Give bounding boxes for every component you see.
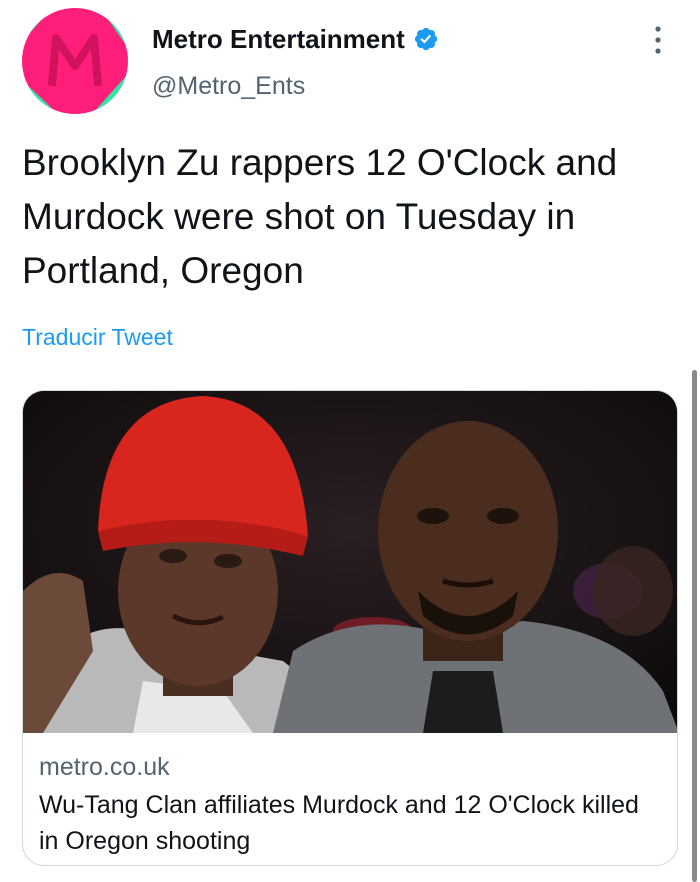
metro-logo-icon [22, 8, 128, 114]
more-options-icon[interactable] [652, 24, 664, 56]
card-title: Wu-Tang Clan affiliates Murdock and 12 O… [39, 791, 639, 855]
author-name-row[interactable]: Metro Entertainment [152, 22, 439, 56]
card-image[interactable] [23, 391, 677, 733]
author-display-name[interactable]: Metro Entertainment [152, 22, 405, 56]
tweet-text: Brooklyn Zu rappers 12 O'Clock and Murdo… [22, 142, 618, 291]
link-card[interactable]: metro.co.uk Wu-Tang Clan affiliates Murd… [22, 390, 678, 866]
photo-two-men-image [23, 391, 677, 733]
translate-tweet-link[interactable]: Traducir Tweet [22, 322, 173, 352]
verified-badge-icon [414, 27, 437, 51]
avatar[interactable] [22, 8, 128, 114]
scrollbar[interactable] [692, 370, 697, 882]
card-domain: metro.co.uk [39, 753, 170, 781]
author-handle[interactable]: @Metro_Ents [152, 70, 305, 102]
